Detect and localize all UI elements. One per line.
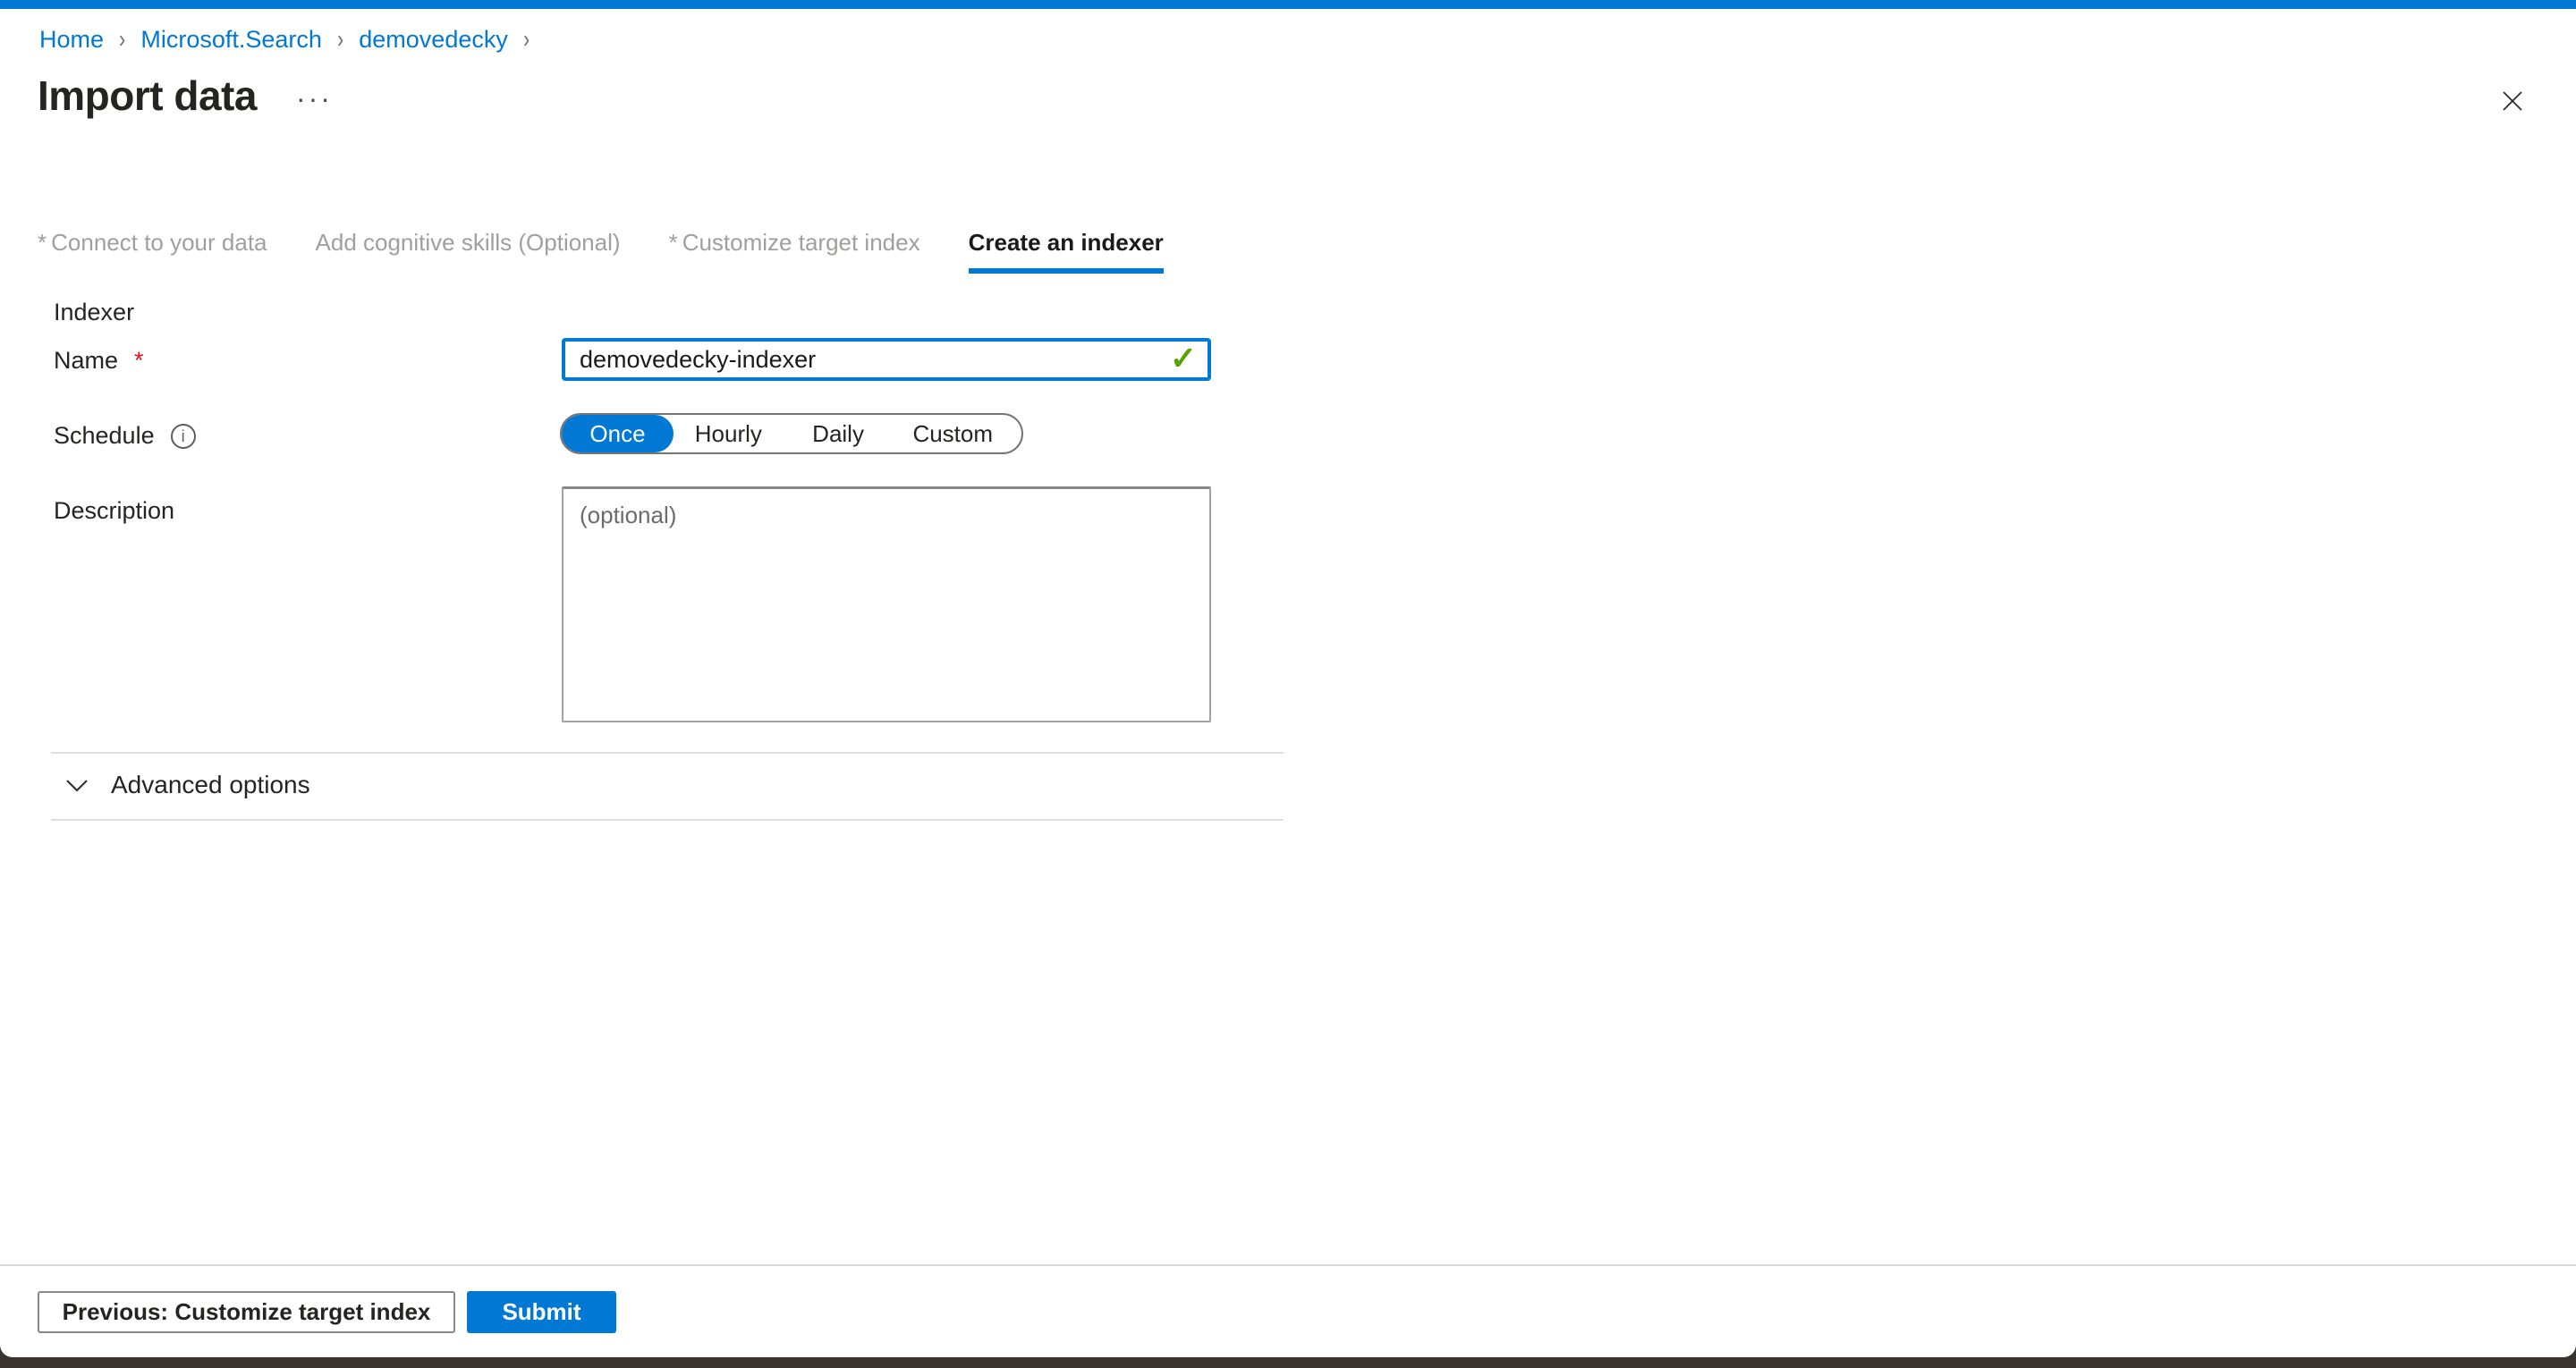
schedule-option-hourly[interactable]: Hourly <box>674 420 784 448</box>
more-options-icon[interactable]: ··· <box>296 84 333 113</box>
schedule-toggle-group: Once Hourly Daily Custom <box>560 413 1023 454</box>
name-label: Name * <box>54 347 144 375</box>
wizard-tabs: *Connect to your data Add cognitive skil… <box>38 229 1164 274</box>
breadcrumb-separator: › <box>523 25 530 54</box>
tab-required-marker: * <box>669 229 678 256</box>
tab-label: Add cognitive skills (Optional) <box>316 229 621 256</box>
indexer-section-label: Indexer <box>54 299 134 326</box>
advanced-options-toggle[interactable]: Advanced options <box>64 771 310 799</box>
tab-required-marker: * <box>38 229 47 256</box>
tab-label: Create an indexer <box>969 229 1164 256</box>
import-data-panel: Home › Microsoft.Search › demovedecky › … <box>0 0 2576 1357</box>
schedule-label-text: Schedule <box>54 422 155 450</box>
schedule-option-daily[interactable]: Daily <box>784 420 894 448</box>
tab-create-an-indexer[interactable]: Create an indexer <box>969 229 1164 274</box>
breadcrumb-separator: › <box>337 25 343 54</box>
divider <box>51 752 1284 754</box>
page-title: Import data <box>38 72 257 120</box>
description-label: Description <box>54 497 174 525</box>
schedule-option-once[interactable]: Once <box>562 415 674 452</box>
valid-check-icon: ✓ <box>1170 340 1197 377</box>
tab-connect-to-your-data[interactable]: *Connect to your data <box>38 229 267 268</box>
previous-step-button[interactable]: Previous: Customize target index <box>38 1291 455 1333</box>
breadcrumb-home[interactable]: Home <box>39 26 104 54</box>
chevron-down-icon <box>64 778 89 793</box>
tab-add-cognitive-skills[interactable]: Add cognitive skills (Optional) <box>316 229 621 268</box>
breadcrumb-demovedecky[interactable]: demovedecky <box>359 26 508 54</box>
footer-divider <box>0 1264 2576 1266</box>
breadcrumb-separator: › <box>119 25 125 54</box>
name-input-wrap: ✓ <box>562 338 1211 381</box>
tab-label: Connect to your data <box>51 229 267 256</box>
info-icon[interactable]: i <box>171 424 196 449</box>
description-label-text: Description <box>54 497 174 525</box>
description-textarea[interactable] <box>562 486 1211 722</box>
divider <box>51 819 1284 821</box>
close-x-glyph <box>2499 88 2526 114</box>
schedule-option-custom[interactable]: Custom <box>893 420 1013 448</box>
name-input[interactable] <box>562 338 1211 381</box>
required-asterisk: * <box>134 347 144 375</box>
schedule-label: Schedule i <box>54 422 196 450</box>
advanced-options-label: Advanced options <box>111 771 310 799</box>
tab-customize-target-index[interactable]: *Customize target index <box>669 229 920 268</box>
page-header: Import data ··· <box>38 72 333 120</box>
close-icon[interactable] <box>2497 86 2528 116</box>
submit-button[interactable]: Submit <box>467 1291 616 1333</box>
portal-top-accent-bar <box>0 0 2576 9</box>
breadcrumb: Home › Microsoft.Search › demovedecky › <box>39 25 530 54</box>
name-label-text: Name <box>54 347 118 375</box>
tab-label: Customize target index <box>682 229 920 256</box>
breadcrumb-microsoft-search[interactable]: Microsoft.Search <box>140 26 322 54</box>
